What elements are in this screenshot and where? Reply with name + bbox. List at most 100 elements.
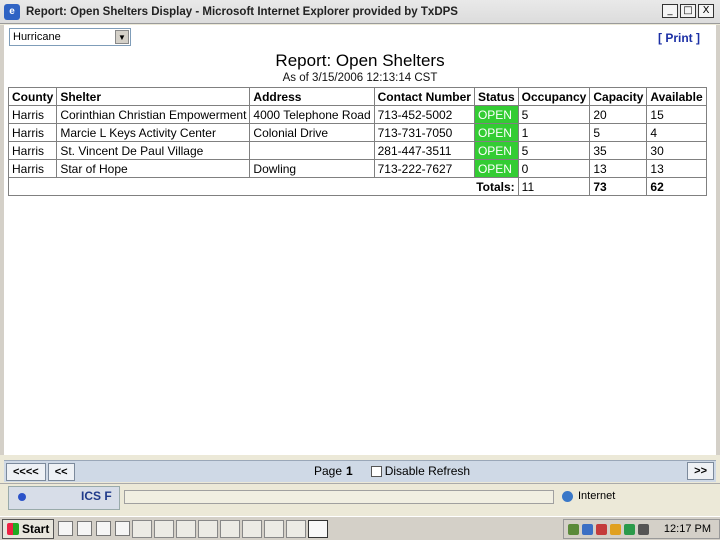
total-capacity: 73: [589, 177, 648, 196]
cell-contact-number: 713-452-5002: [373, 105, 475, 124]
report-title: Report: Open Shelters: [275, 51, 445, 70]
cell-shelter: St. Vincent De Paul Village: [56, 141, 251, 160]
incident-type-value: Hurricane: [13, 31, 61, 43]
cell-shelter: Corinthian Christian Empowerment: [56, 105, 251, 124]
cell-capacity: 5: [589, 123, 648, 142]
update-icon[interactable]: [609, 523, 621, 535]
report-timestamp: As of 3/15/2006 12:13:14 CST: [282, 72, 438, 84]
table-header-row: County Shelter Address Contact Number St…: [7, 87, 707, 106]
start-label: Start: [22, 521, 50, 536]
globe-icon: [562, 490, 573, 502]
ics-panel[interactable]: ICS F: [8, 486, 120, 510]
internet-explorer-icon[interactable]: [242, 519, 263, 538]
cell-available: 15: [646, 105, 707, 124]
chevron-down-icon[interactable]: ▼: [115, 30, 129, 44]
column-header-shelter: Shelter: [56, 87, 251, 106]
cell-occupancy: 0: [517, 159, 591, 178]
cell-address: [249, 141, 375, 160]
cell-county: Harris: [7, 141, 58, 160]
cell-occupancy: 5: [517, 141, 591, 160]
cell-contact-number: 281-447-3511: [373, 141, 475, 160]
cell-county: Harris: [7, 105, 58, 124]
cell-contact-number: 713-222-7627: [373, 159, 475, 178]
window-title: Report: Open Shelters Display - Microsof…: [26, 5, 458, 18]
table-row: Harris Star of Hope Dowling 713-222-7627…: [7, 159, 707, 178]
status-badge: OPEN: [473, 159, 519, 178]
column-header-contact-number: Contact Number: [373, 87, 475, 106]
security-icon[interactable]: [623, 523, 635, 535]
column-header-address: Address: [249, 87, 375, 106]
status-badge: OPEN: [473, 141, 519, 160]
system-tray: 12:17 PM: [562, 519, 720, 539]
antivirus-icon[interactable]: [595, 523, 607, 535]
cell-capacity: 35: [589, 141, 648, 160]
page-label: Page: [314, 464, 343, 478]
active-browser-window-button[interactable]: [308, 519, 329, 538]
cell-shelter: Star of Hope: [56, 159, 251, 178]
browser-status-bar: ICS F Internet: [0, 483, 720, 511]
outlook-icon[interactable]: [154, 519, 175, 538]
status-badge: OPEN: [473, 123, 519, 142]
column-header-occupancy: Occupancy: [517, 87, 591, 106]
minimize-button[interactable]: _: [662, 4, 678, 18]
previous-page-button[interactable]: <<: [47, 462, 75, 481]
internet-explorer-icon[interactable]: [286, 519, 307, 538]
next-page-button[interactable]: >>: [687, 462, 714, 480]
volume-icon[interactable]: [581, 523, 593, 535]
cell-address: Colonial Drive: [249, 123, 375, 142]
disable-refresh-label[interactable]: Disable Refresh: [385, 464, 470, 478]
cell-available: 13: [646, 159, 707, 178]
start-button[interactable]: Start: [2, 518, 55, 539]
cell-county: Harris: [7, 123, 58, 142]
word-icon[interactable]: [176, 519, 197, 538]
cell-shelter: Marcie L Keys Activity Center: [56, 123, 251, 142]
status-badge: OPEN: [473, 105, 519, 124]
bullet-icon: [18, 493, 26, 501]
total-occupancy: 11: [517, 177, 591, 196]
cell-capacity: 20: [589, 105, 648, 124]
explorer-window-icon[interactable]: [264, 519, 285, 538]
column-header-available: Available: [646, 87, 707, 106]
pager-bar: <<<< << Page 1 Disable Refresh >>: [4, 460, 716, 482]
mail-icon[interactable]: [637, 523, 649, 535]
print-link[interactable]: [ Print ]: [658, 31, 700, 45]
internet-explorer-icon[interactable]: [77, 521, 93, 536]
word-icon[interactable]: [198, 519, 219, 538]
cell-contact-number: 713-731-7050: [373, 123, 475, 142]
cell-capacity: 13: [589, 159, 648, 178]
folder-icon[interactable]: [220, 519, 241, 538]
app-icon[interactable]: [115, 521, 131, 536]
internet-explorer-icon: e: [4, 3, 20, 20]
status-text-field: [124, 490, 554, 504]
first-page-button[interactable]: <<<<: [6, 462, 46, 481]
network-icon[interactable]: [567, 523, 579, 535]
clock[interactable]: 12:17 PM: [664, 523, 711, 535]
desktop-icon[interactable]: [58, 521, 74, 536]
column-header-county: County: [7, 87, 58, 106]
close-button[interactable]: X: [698, 4, 714, 18]
shelters-table: County Shelter Address Contact Number St…: [7, 87, 707, 196]
totals-row: Totals: 11 73 62: [8, 177, 707, 196]
media-icon[interactable]: [96, 521, 112, 536]
cell-occupancy: 1: [517, 123, 591, 142]
column-header-status: Status: [473, 87, 519, 106]
disable-refresh-checkbox[interactable]: [370, 465, 382, 477]
table-row: Harris Corinthian Christian Empowerment …: [7, 105, 707, 124]
total-available: 62: [646, 177, 707, 196]
windows-logo-icon: [7, 522, 19, 535]
column-header-capacity: Capacity: [589, 87, 648, 106]
incident-type-select[interactable]: Hurricane ▼: [9, 28, 131, 46]
cell-address: 4000 Telephone Road: [249, 105, 375, 124]
taskbar-window-button[interactable]: [132, 519, 153, 538]
windows-taskbar: Start 12:17 PM: [0, 516, 720, 540]
cell-available: 4: [646, 123, 707, 142]
table-row: Harris St. Vincent De Paul Village 281-4…: [7, 141, 707, 160]
cell-occupancy: 5: [517, 105, 591, 124]
security-zone: Internet: [562, 490, 615, 502]
window-title-bar[interactable]: e Report: Open Shelters Display - Micros…: [0, 0, 720, 24]
ics-label: ICS F: [81, 489, 112, 503]
zone-label: Internet: [578, 490, 616, 502]
cell-county: Harris: [7, 159, 58, 178]
maximize-button[interactable]: □: [680, 4, 696, 18]
cell-available: 30: [646, 141, 707, 160]
